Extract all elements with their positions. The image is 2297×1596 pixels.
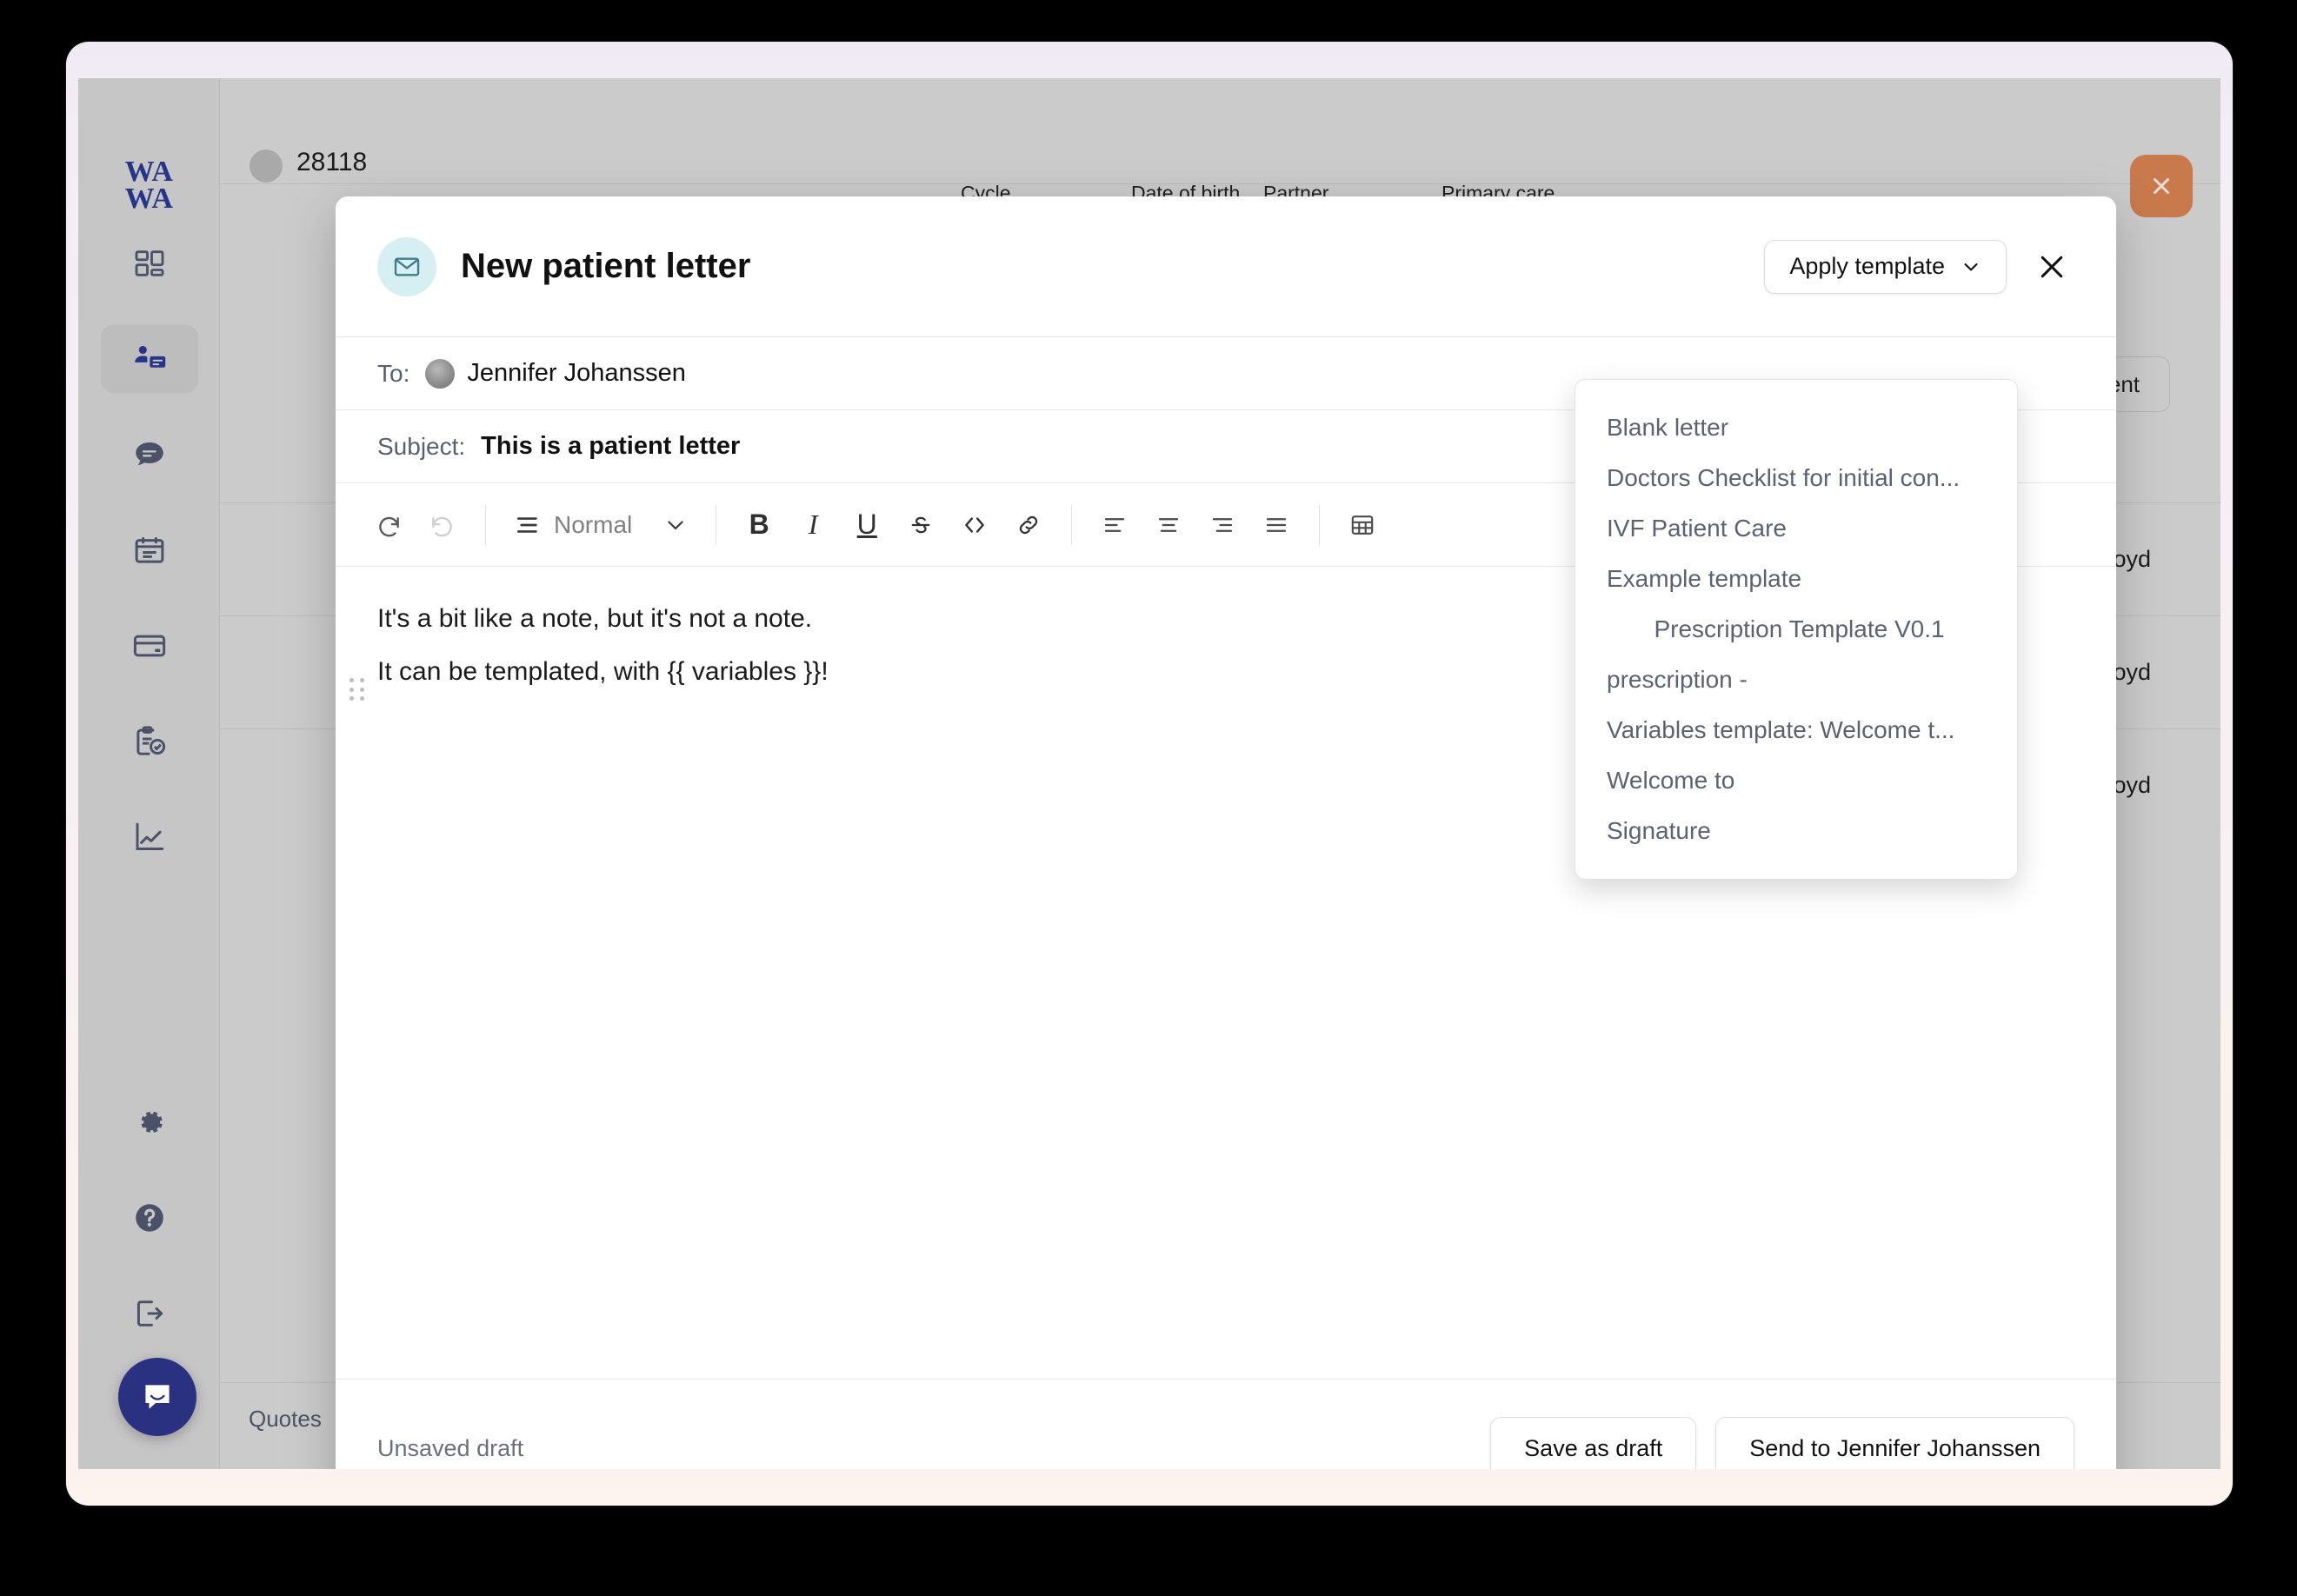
align-left-button[interactable] — [1089, 500, 1140, 550]
to-label: To: — [377, 360, 409, 388]
align-center-button[interactable] — [1143, 500, 1194, 550]
modal-footer: Unsaved draft Save as draft Send to Jenn… — [336, 1379, 2116, 1469]
footer-actions: Save as draft Send to Jennifer Johanssen — [1490, 1417, 2074, 1470]
envelope-icon — [377, 237, 436, 296]
save-as-draft-button[interactable]: Save as draft — [1490, 1417, 1696, 1470]
link-button[interactable] — [1003, 500, 1054, 550]
chevron-down-icon — [663, 513, 688, 537]
undo-button[interactable] — [363, 500, 414, 550]
undo-icon — [375, 511, 403, 539]
patient-avatar — [250, 150, 283, 183]
chevron-down-icon — [1961, 256, 1981, 277]
divider — [1071, 505, 1072, 545]
redo-icon — [429, 511, 456, 539]
insert-table-button[interactable] — [1337, 500, 1388, 550]
sidebar-item-help[interactable] — [101, 1184, 198, 1252]
bold-button[interactable]: B — [734, 500, 784, 550]
logout-icon — [131, 1295, 168, 1332]
patient-id: 28118 — [296, 148, 367, 177]
align-justify-icon — [1263, 512, 1289, 538]
apply-template-button[interactable]: Apply template — [1764, 240, 2007, 294]
apply-template-dropdown: Blank letter Doctors Checklist for initi… — [1575, 379, 2018, 880]
template-option[interactable]: prescription - — [1575, 655, 2017, 705]
quotes-label: Quotes — [249, 1406, 322, 1433]
sidebar-item-dashboard[interactable] — [101, 229, 198, 297]
avatar — [425, 359, 455, 389]
modal-header-actions: Apply template — [1764, 240, 2074, 294]
close-icon — [2148, 173, 2174, 199]
app-viewport: WAWA — [78, 78, 2220, 1469]
sidebar-item-messages[interactable] — [101, 421, 198, 489]
sidebar-nav: WAWA — [78, 78, 220, 1469]
paragraph-format-select[interactable]: Normal — [503, 500, 698, 550]
align-left-icon — [1102, 512, 1128, 538]
modal-close-button[interactable] — [2029, 244, 2074, 289]
drag-handle-icon[interactable] — [350, 678, 365, 701]
browser-window-frame: WAWA — [66, 42, 2233, 1506]
sidebar-item-billing[interactable] — [101, 612, 198, 680]
clipboard-check-icon — [131, 723, 168, 760]
template-option[interactable]: Doctors Checklist for initial con... — [1575, 453, 2017, 503]
strikethrough-button[interactable] — [895, 500, 946, 550]
panel-close-button[interactable] — [2130, 155, 2193, 217]
template-option[interactable]: Prescription Template V0.1 — [1575, 604, 2017, 655]
paragraph-format-icon — [514, 511, 542, 539]
credit-card-icon — [131, 628, 168, 664]
gear-icon — [131, 1104, 168, 1140]
template-option[interactable]: Variables template: Welcome t... — [1575, 705, 2017, 755]
divider — [1319, 505, 1320, 545]
code-button[interactable] — [949, 500, 1000, 550]
sidebar-item-tasks[interactable] — [101, 708, 198, 775]
template-option[interactable]: Welcome to — [1575, 755, 2017, 806]
align-right-button[interactable] — [1197, 500, 1248, 550]
redo-button[interactable] — [417, 500, 468, 550]
page-title: New patient letter — [461, 247, 750, 286]
patient-header: 28118 — [220, 78, 2220, 184]
patient-record-icon — [131, 341, 168, 377]
line-chart-icon — [131, 819, 168, 855]
intercom-chat-icon — [138, 1378, 176, 1416]
align-justify-button[interactable] — [1251, 500, 1302, 550]
subject-input[interactable]: This is a patient letter — [481, 432, 740, 461]
sidebar-item-settings[interactable] — [101, 1088, 198, 1156]
sidebar-item-reports[interactable] — [101, 803, 198, 871]
template-option[interactable]: IVF Patient Care — [1575, 503, 2017, 554]
close-icon — [2035, 250, 2068, 283]
template-option[interactable]: Example template — [1575, 554, 2017, 604]
apply-template-label: Apply template — [1789, 253, 1945, 280]
divider — [485, 505, 486, 545]
format-value: Normal — [554, 511, 632, 539]
sidebar-item-patients[interactable] — [101, 325, 198, 393]
strikethrough-icon — [908, 512, 934, 538]
intercom-launcher-button[interactable] — [118, 1358, 196, 1436]
question-circle-icon — [131, 1200, 168, 1236]
sidebar-item-logout[interactable] — [101, 1280, 198, 1347]
sidebar-item-calendar[interactable] — [101, 516, 198, 584]
chat-bubble-icon — [131, 436, 168, 473]
draft-status: Unsaved draft — [377, 1435, 523, 1462]
link-icon — [1015, 511, 1042, 539]
table-icon — [1348, 511, 1376, 539]
to-recipient: Jennifer Johanssen — [467, 359, 686, 388]
italic-button[interactable]: I — [788, 500, 838, 550]
align-right-icon — [1209, 512, 1235, 538]
template-option[interactable]: Signature — [1575, 806, 2017, 856]
new-patient-letter-modal: New patient letter Apply template — [336, 196, 2116, 1469]
send-letter-button[interactable]: Send to Jennifer Johanssen — [1715, 1417, 2074, 1470]
subject-label: Subject: — [377, 433, 465, 461]
align-center-icon — [1155, 512, 1182, 538]
app-logo: WAWA — [78, 158, 220, 213]
grid-icon — [132, 246, 167, 281]
code-icon — [961, 511, 989, 539]
template-option[interactable]: Blank letter — [1575, 402, 2017, 453]
calendar-icon — [131, 532, 168, 569]
underline-button[interactable]: U — [842, 500, 892, 550]
modal-header: New patient letter Apply template — [336, 196, 2116, 337]
